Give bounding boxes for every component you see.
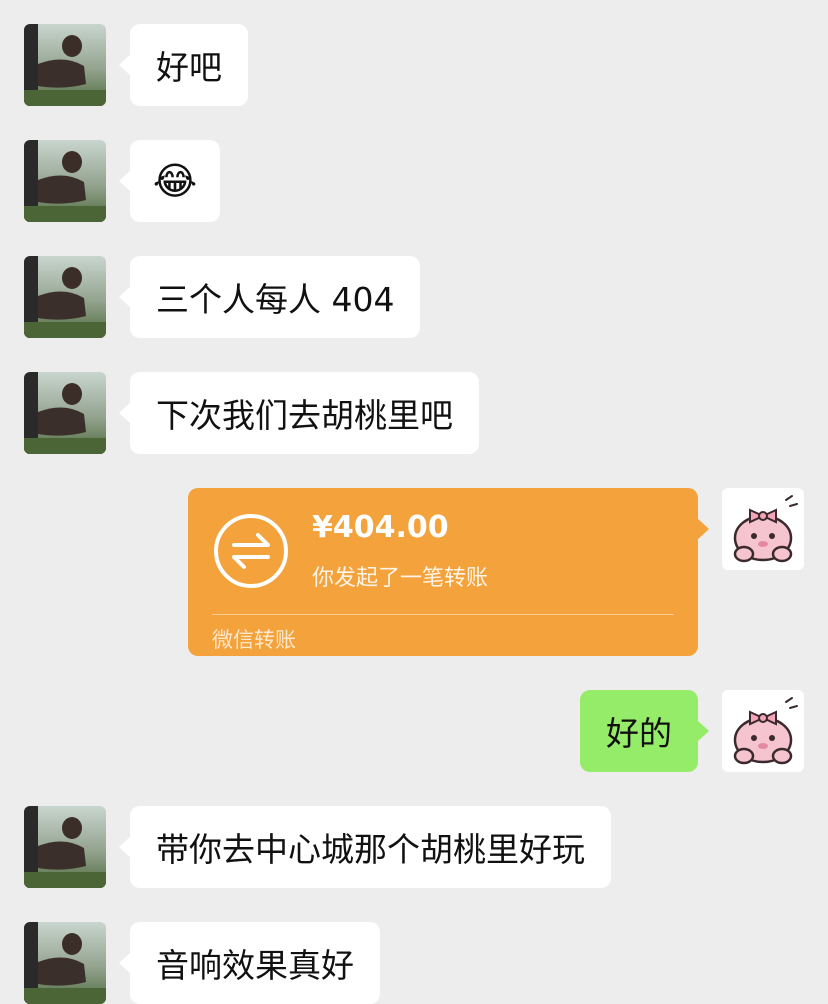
my-avatar[interactable] — [722, 488, 804, 570]
contact-avatar[interactable] — [24, 256, 106, 338]
incoming-message-bubble: 😂 — [119, 140, 220, 222]
contact-avatar[interactable] — [24, 372, 106, 454]
transfer-amount: ¥404.00 — [312, 510, 449, 545]
incoming-message-bubble: 好吧 — [119, 24, 248, 106]
message-text: 三个人每人 404 — [156, 280, 395, 319]
incoming-message-bubble: 三个人每人 404 — [118, 256, 421, 338]
message-text: 下次我们去胡桃里吧 — [156, 396, 453, 435]
contact-avatar[interactable] — [24, 140, 106, 222]
incoming-message-bubble: 带你去中心城那个胡桃里好玩 — [119, 806, 611, 888]
message-text: 好吧 — [156, 48, 222, 87]
transfer-arrows-icon — [214, 514, 288, 588]
transfer-footer-label: 微信转账 — [212, 628, 296, 652]
contact-avatar[interactable] — [24, 806, 106, 888]
contact-avatar[interactable] — [24, 922, 106, 1004]
face-with-tears-of-joy-icon: 😂 — [152, 159, 198, 203]
message-text: 好的 — [606, 714, 672, 753]
incoming-message-bubble: 下次我们去胡桃里吧 — [119, 372, 479, 454]
message-text: 音响效果真好 — [156, 946, 354, 985]
message-text: 带你去中心城那个胡桃里好玩 — [156, 830, 585, 869]
transfer-description: 你发起了一笔转账 — [312, 566, 489, 591]
contact-avatar[interactable] — [24, 24, 106, 106]
my-avatar[interactable] — [722, 690, 804, 772]
incoming-message-bubble: 音响效果真好 — [119, 922, 380, 1004]
transfer-card[interactable]: ¥404.00 你发起了一笔转账 微信转账 — [188, 488, 709, 656]
divider — [212, 614, 674, 615]
outgoing-message-bubble: 好的 — [580, 690, 709, 772]
